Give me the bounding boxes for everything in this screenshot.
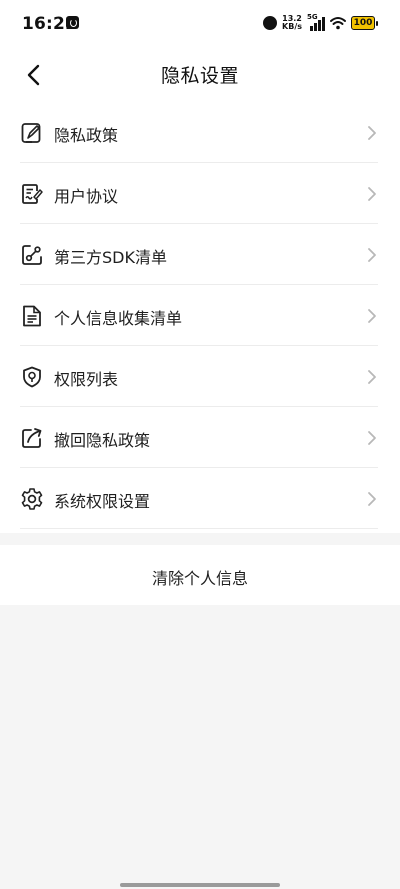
network-speed: 13.2 KB/s: [282, 15, 302, 31]
chevron-right-icon: [368, 248, 376, 262]
chevron-right-icon: [368, 492, 376, 506]
menu-item-label: 第三方SDK清单: [54, 248, 167, 267]
chevron-right-icon: [368, 126, 376, 140]
home-indicator[interactable]: [120, 883, 280, 887]
chevron-right-icon: [368, 187, 376, 201]
wifi-icon: [330, 17, 346, 30]
clear-personal-info-button[interactable]: 清除个人信息: [0, 545, 400, 605]
menu-item-personal-info-collection-list[interactable]: 个人信息收集清单: [0, 285, 400, 346]
shield-icon: [23, 366, 41, 388]
network-type-label: 5G: [307, 13, 318, 21]
menu-item-label: 用户协议: [54, 187, 119, 206]
page-title: 隐私设置: [160, 65, 239, 87]
status-bar: 16:22 13.2 KB/s 5G 100: [0, 0, 400, 48]
menu-item-label: 隐私政策: [54, 126, 119, 145]
status-indicators: 13.2 KB/s 5G 100: [263, 12, 378, 34]
menu-item-privacy-policy[interactable]: 隐私政策: [0, 102, 400, 163]
withdraw-icon: [22, 428, 42, 448]
gear-icon: [21, 488, 43, 510]
menu-item-label: 撤回隐私政策: [54, 431, 151, 450]
menu-item-system-permission-settings[interactable]: 系统权限设置: [0, 468, 400, 529]
chevron-right-icon: [368, 309, 376, 323]
menu-item-permission-list[interactable]: 权限列表: [0, 346, 400, 407]
cellular-signal-icon: 5G: [307, 13, 325, 31]
clear-personal-info-label: 清除个人信息: [151, 569, 248, 588]
menu-item-label: 个人信息收集清单: [54, 309, 183, 328]
music-app-icon: [66, 16, 79, 29]
agreement-icon: [22, 184, 43, 204]
menu-item-withdraw-privacy-policy[interactable]: 撤回隐私政策: [0, 407, 400, 468]
chevron-right-icon: [368, 370, 376, 384]
alarm-icon: [263, 16, 278, 30]
network-speed-unit: KB/s: [282, 22, 302, 31]
battery-icon: 100: [351, 16, 378, 30]
chevron-right-icon: [368, 431, 376, 445]
battery-level: 100: [351, 16, 375, 30]
document-edit-icon: [21, 123, 41, 143]
menu-item-user-agreement[interactable]: 用户协议: [0, 163, 400, 224]
header: 隐私设置: [0, 48, 400, 102]
privacy-menu-list: 隐私政策 用户协议 第三方SDK清单 个人信息收集清单 权限列表 撤回隐私政策 …: [0, 102, 400, 533]
menu-item-label: 权限列表: [54, 370, 119, 389]
file-list-icon: [23, 305, 41, 327]
sdk-link-icon: [22, 245, 42, 265]
menu-item-third-party-sdk-list[interactable]: 第三方SDK清单: [0, 224, 400, 285]
menu-item-label: 系统权限设置: [54, 492, 151, 511]
